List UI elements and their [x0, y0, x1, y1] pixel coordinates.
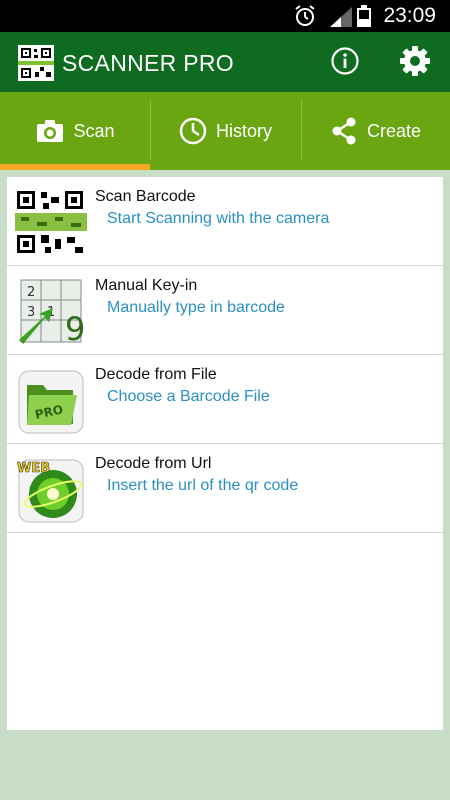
tab-history-label: History [215, 120, 272, 141]
signal-icon [330, 7, 352, 27]
svg-text:2: 2 [27, 285, 35, 300]
battery-icon [357, 5, 371, 27]
tab-create[interactable]: Create [300, 92, 450, 170]
tab-history[interactable]: History [150, 92, 300, 170]
camera-icon [37, 120, 64, 142]
svg-text:9: 9 [65, 310, 85, 346]
clock-icon [179, 117, 207, 145]
alarm-icon [295, 5, 315, 26]
list-item-scan-barcode[interactable]: Scan Barcode Start Scanning with the cam… [7, 177, 443, 266]
app-logo-icon [18, 45, 54, 81]
item-title: Decode from Url [95, 455, 212, 472]
status-time: 23:09 [383, 4, 436, 27]
tab-scan[interactable]: Scan [0, 92, 150, 170]
info-icon[interactable] [330, 46, 360, 76]
web-globe-icon: WEB [17, 459, 84, 523]
app-title: SCANNER PRO [62, 50, 234, 76]
app-bar: SCANNER PRO [0, 32, 450, 92]
item-title: Manual Key-in [95, 277, 198, 294]
item-subtitle: Start Scanning with the camera [107, 210, 330, 227]
svg-text:3: 3 [27, 305, 35, 320]
tab-scan-label: Scan [73, 120, 115, 141]
item-title: Scan Barcode [95, 188, 196, 205]
tab-create-label: Create [366, 120, 422, 141]
share-icon [332, 117, 356, 145]
keypad-icon: 2 3 1 9 [19, 279, 85, 346]
folder-icon: PRO [18, 370, 84, 434]
list-item-decode-file[interactable]: PRO Decode from File Choose a Barcode Fi… [7, 355, 443, 444]
list-item-manual-key-in[interactable]: 2 3 1 9 Manual Key-in Manually type in b… [7, 266, 443, 355]
item-subtitle: Choose a Barcode File [107, 388, 270, 405]
item-subtitle: Insert the url of the qr code [107, 477, 299, 494]
item-subtitle: Manually type in barcode [107, 299, 285, 316]
gear-icon[interactable] [398, 44, 432, 78]
tab-selected-indicator [0, 164, 150, 170]
qr-code-icon [15, 191, 87, 253]
status-bar: 23:09 [0, 0, 450, 32]
item-title: Decode from File [95, 366, 217, 383]
tab-bar: Scan History Create [0, 92, 450, 170]
action-list: Scan Barcode Start Scanning with the cam… [7, 177, 443, 730]
list-item-decode-url[interactable]: WEB Decode from Url Insert the url of th… [7, 444, 443, 533]
svg-text:WEB: WEB [17, 461, 50, 476]
